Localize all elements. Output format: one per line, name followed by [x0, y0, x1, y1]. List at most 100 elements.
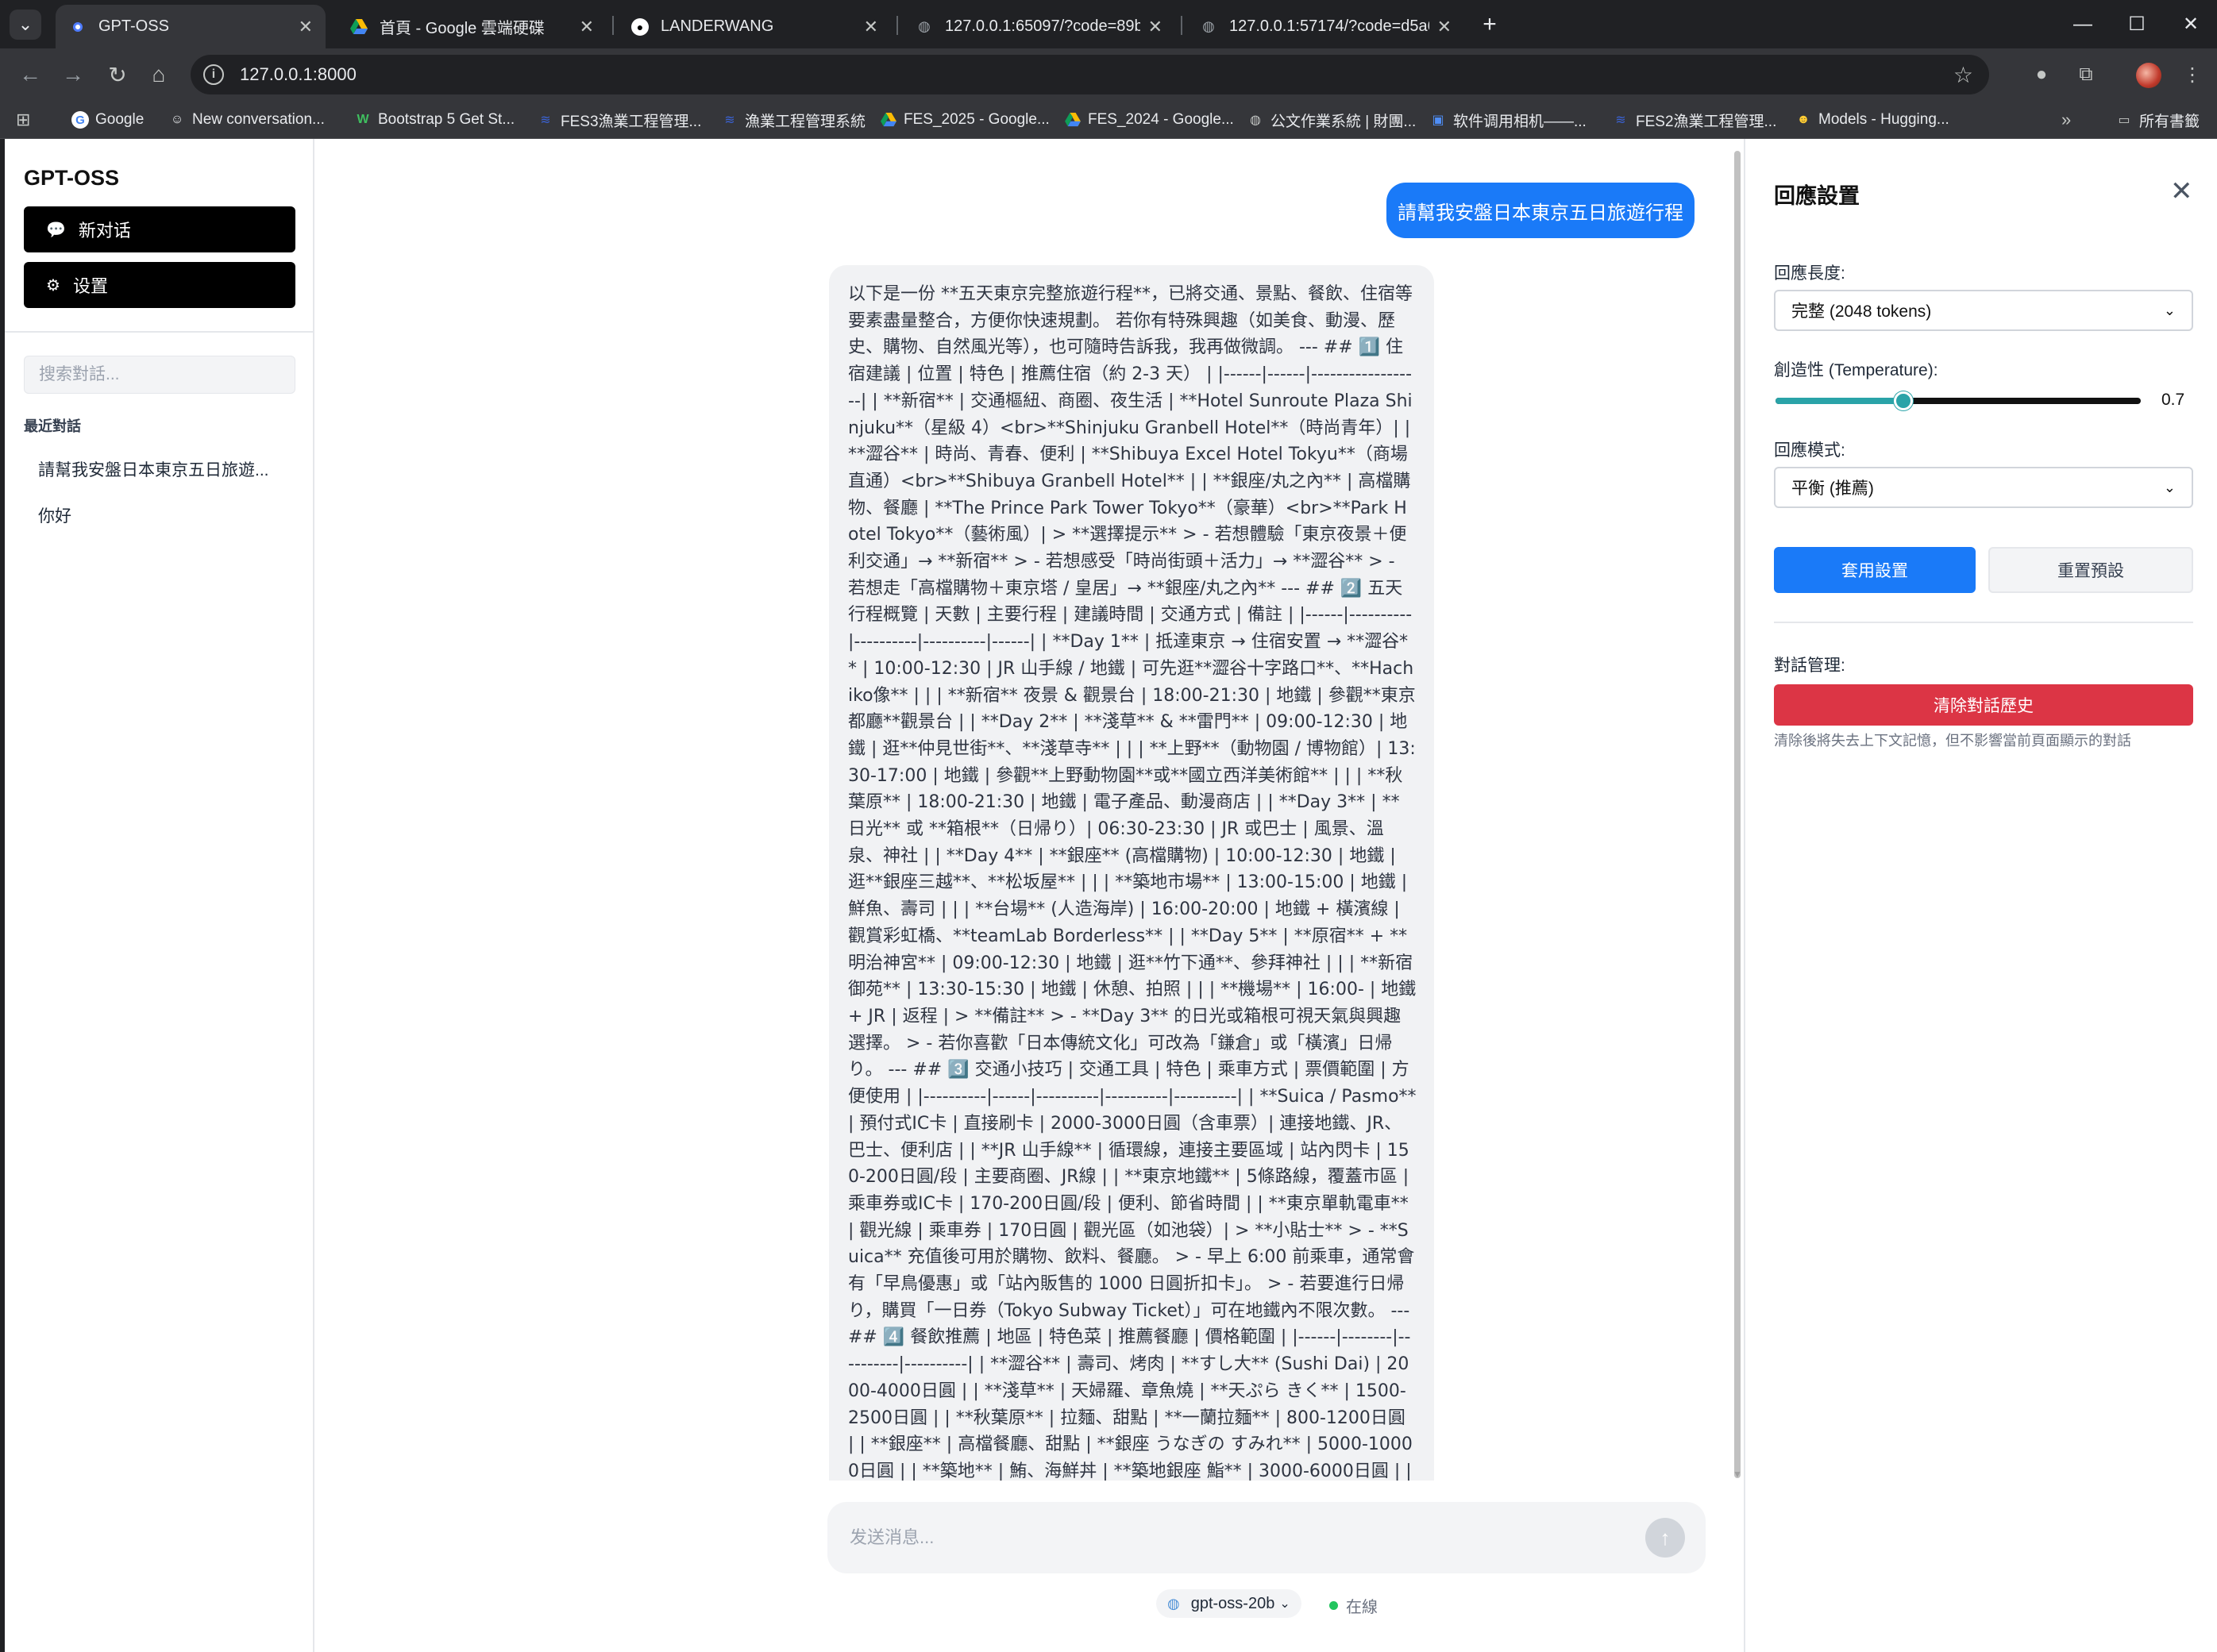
fish-icon: ≋	[540, 114, 551, 127]
bookmark-huggingface[interactable]: ☻ Models - Hugging...	[1795, 107, 1949, 133]
assistant-message-bubble: 以下是一份 **五天東京完整旅遊行程**，已將交通、景點、餐飲、住宿等要素盡量整…	[829, 265, 1434, 1481]
sidebar-divider	[5, 331, 314, 333]
mode-label: 回應模式:	[1774, 441, 1845, 460]
extensions-icon[interactable]: ⧉	[2072, 61, 2099, 88]
online-dot-icon	[1329, 1601, 1338, 1610]
reset-defaults-button[interactable]: 重置預設	[1988, 547, 2193, 593]
chevron-down-icon: ⌄	[1279, 1597, 1290, 1611]
hf-icon: ☻	[1796, 113, 1810, 126]
brand-title: GPT-OSS	[24, 166, 120, 190]
tab-search-chevron-icon[interactable]: ⌄	[10, 10, 41, 40]
response-mode-select[interactable]: 平衡 (推薦) ⌄	[1774, 467, 2193, 508]
chat-scrollbar[interactable]	[1734, 151, 1741, 1478]
bookmark-fisheries-system[interactable]: ≋ 漁業工程管理系統	[721, 107, 866, 133]
settings-panel-title: 回應設置	[1774, 184, 1860, 208]
new-tab-button[interactable]: +	[1475, 10, 1505, 40]
bookmark-camera-software[interactable]: ▣ 软件调用相机——...	[1429, 107, 1586, 133]
folder-icon: ▭	[2118, 114, 2130, 127]
maximize-icon[interactable]: ☐	[2107, 0, 2166, 48]
settings-label: 设置	[72, 276, 108, 296]
conversation-item[interactable]: 請幫我安盤日本東京五日旅遊...	[24, 449, 295, 489]
new-chat-button[interactable]: 💬 新对话	[24, 206, 295, 252]
bookmark-fes2024[interactable]: FES_2024 - Google...	[1064, 107, 1234, 133]
fish-icon: ≋	[724, 114, 735, 127]
bookmark-star-icon[interactable]: ☆	[1953, 62, 1973, 88]
globe-icon: ◍	[1167, 1595, 1180, 1612]
conversation-item[interactable]: 你好	[24, 495, 295, 535]
record-icon[interactable]: ●	[2028, 61, 2055, 88]
menu-kebab-icon[interactable]: ⋮	[2179, 61, 2206, 88]
close-icon[interactable]: ✕	[299, 17, 313, 37]
tab-localhost-57174[interactable]: ◍ 127.0.0.1:57174/?code=d5a6 ✕	[1186, 5, 1464, 48]
apps-grid-icon[interactable]: ⊞	[16, 107, 30, 133]
bookmark-document-system[interactable]: ◍ 公文作業系統 | 財團...	[1247, 107, 1416, 133]
globe-icon: ◍	[918, 18, 931, 34]
response-length-select[interactable]: 完整 (2048 tokens) ⌄	[1774, 290, 2193, 331]
close-icon[interactable]: ✕	[1148, 17, 1162, 37]
scroll-down-arrow-icon[interactable]: ▼	[1733, 1469, 1742, 1480]
w-icon: W	[357, 113, 369, 126]
bookmark-fes2025[interactable]: FES_2025 - Google...	[880, 107, 1050, 133]
close-icon[interactable]: ✕	[864, 17, 878, 37]
reload-icon[interactable]: ↻	[102, 59, 133, 90]
message-composer: ↑	[827, 1502, 1706, 1573]
tab-title: GPT-OSS	[98, 17, 169, 35]
tab-title: 127.0.0.1:57174/?code=d5a6	[1229, 17, 1429, 35]
tab-gpt-oss[interactable]: GPT-OSS ✕	[56, 5, 326, 48]
all-bookmarks-button[interactable]: ▭ 所有書籤	[2115, 107, 2200, 133]
apply-settings-button[interactable]: 套用設置	[1774, 547, 1976, 593]
profile-avatar[interactable]	[2136, 63, 2161, 88]
sidebar: GPT-OSS 💬 新对话 ⚙ 设置 最近對話 請幫我安盤日本東京五日旅遊...…	[5, 139, 314, 1652]
connection-status: 在線	[1329, 1594, 1378, 1617]
bot-icon: ☺	[170, 113, 184, 126]
close-icon[interactable]: ✕	[2170, 175, 2193, 207]
back-arrow-icon[interactable]: ←	[14, 59, 46, 90]
chevron-down-icon: ⌄	[2163, 479, 2176, 495]
user-message-bubble: 請幫我安盤日本東京五日旅遊行程	[1386, 183, 1695, 238]
bookmark-bootstrap[interactable]: W Bootstrap 5 Get St...	[354, 107, 515, 133]
mode-value: 平衡 (推薦)	[1791, 479, 1874, 498]
response-settings-panel: 回應設置 ✕ 回應長度: 完整 (2048 tokens) ⌄ 創造性 (Tem…	[1744, 139, 2217, 1652]
length-value: 完整 (2048 tokens)	[1791, 302, 1932, 321]
temperature-label: 創造性 (Temperature):	[1774, 361, 1938, 379]
conversation-search-input[interactable]	[24, 356, 295, 394]
bookmark-new-conversation[interactable]: ☺ New conversation...	[168, 107, 325, 133]
bookmark-fes2[interactable]: ≋ FES2漁業工程管理...	[1612, 107, 1776, 133]
model-selector[interactable]: ◍ gpt-oss-20b ⌄	[1156, 1589, 1301, 1618]
window-close-icon[interactable]: ✕	[2161, 0, 2217, 48]
send-arrow-icon[interactable]: ↑	[1645, 1518, 1685, 1558]
temperature-slider[interactable]	[1776, 391, 2141, 410]
status-text: 在線	[1346, 1599, 1378, 1616]
browser-tab-strip: ⌄ GPT-OSS ✕ 首頁 - Google 雲端硬碟 ✕ ● LANDERW…	[0, 0, 2217, 48]
tab-google-drive[interactable]: 首頁 - Google 雲端硬碟 ✕	[337, 5, 607, 48]
forward-arrow-icon[interactable]: →	[57, 59, 89, 90]
clear-history-button[interactable]: 清除對話歷史	[1774, 684, 2193, 726]
github-icon: ●	[630, 17, 650, 37]
minimize-icon[interactable]: —	[2053, 0, 2112, 48]
model-name: gpt-oss-20b	[1190, 1594, 1275, 1612]
chevron-down-icon: ⌄	[2163, 302, 2176, 318]
fish-icon: ≋	[1615, 114, 1626, 127]
clear-history-note: 清除後將失去上下文記憶，但不影響當前頁面顯示的對話	[1774, 733, 2131, 749]
message-input[interactable]	[850, 1519, 1612, 1556]
slider-thumb[interactable]	[1894, 391, 1913, 410]
bookmarks-overflow-button[interactable]: »	[2061, 107, 2071, 133]
google-icon: G	[71, 111, 89, 129]
address-bar[interactable]: i 127.0.0.1:8000 ☆	[191, 55, 1989, 94]
bookmarks-bar: ⊞ G Google ☺ New conversation... W Bootstra…	[0, 101, 2217, 139]
close-icon[interactable]: ✕	[580, 17, 594, 37]
bookmark-google[interactable]: G Google	[71, 107, 144, 133]
bookmark-fes3[interactable]: ≋ FES3漁業工程管理...	[537, 107, 701, 133]
address-url: 127.0.0.1:8000	[240, 64, 357, 84]
browser-toolbar: ← → ↻ ⌂ i 127.0.0.1:8000 ☆ ● ⧉ ⋮	[0, 48, 2217, 101]
chat-bubble-icon: 💬	[46, 221, 66, 239]
tab-title: LANDERWANG	[661, 17, 774, 35]
site-info-icon[interactable]: i	[203, 64, 224, 85]
close-icon[interactable]: ✕	[1437, 17, 1452, 37]
home-icon[interactable]: ⌂	[143, 59, 175, 90]
length-label: 回應長度:	[1774, 264, 1845, 283]
tab-github[interactable]: ● LANDERWANG ✕	[618, 5, 891, 48]
settings-button[interactable]: ⚙ 设置	[24, 262, 295, 308]
globe-icon: ◍	[1202, 18, 1215, 34]
tab-localhost-65097[interactable]: ◍ 127.0.0.1:65097/?code=89b2 ✕	[902, 5, 1175, 48]
